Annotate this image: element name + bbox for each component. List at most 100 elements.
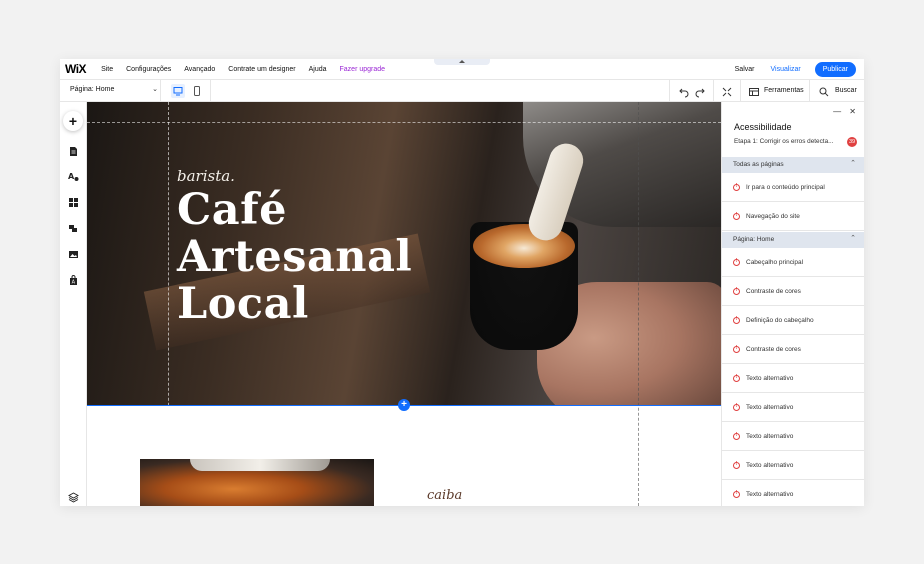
apps-icon[interactable] <box>68 195 79 207</box>
divider <box>210 80 211 102</box>
gridline-right <box>638 102 639 506</box>
divider <box>160 80 161 102</box>
editor-toolbar: Página: Home ⌄ Ferramentas Buscar <box>60 80 864 102</box>
issue-item[interactable]: Cabeçalho principal <box>722 248 864 277</box>
issue-item[interactable]: Navegação do site <box>722 202 864 231</box>
issue-item[interactable]: Ir para o conteúdo principal <box>722 173 864 202</box>
issue-item[interactable]: Definição do cabeçalho <box>722 306 864 335</box>
menu-site[interactable]: Site <box>101 66 113 73</box>
issue-label: Contraste de cores <box>746 345 801 353</box>
editor-canvas[interactable]: barista. Café Artesanal Local + caiba <box>87 102 721 506</box>
panel-step-text: Etapa 1: Corrigir os erros detecta... <box>734 138 834 145</box>
desktop-view-icon[interactable] <box>171 84 185 98</box>
issue-label: Texto alternativo <box>746 403 794 411</box>
search-icon[interactable] <box>818 85 830 97</box>
media-icon[interactable] <box>68 247 79 258</box>
issue-label: Ir para o conteúdo principal <box>746 183 825 191</box>
divider <box>809 80 810 102</box>
svg-text:A: A <box>68 172 75 181</box>
issue-label: Contraste de cores <box>746 287 801 295</box>
issue-item[interactable]: Texto alternativo <box>722 451 864 480</box>
warning-icon <box>733 212 740 220</box>
issue-label: Navegação do site <box>746 212 800 220</box>
section2-script-text[interactable]: caiba <box>427 488 462 503</box>
minimize-icon[interactable]: — <box>833 107 841 116</box>
issue-item[interactable]: Contraste de cores <box>722 277 864 306</box>
save-button[interactable]: Salvar <box>735 66 755 73</box>
business-icon[interactable] <box>68 221 79 232</box>
publish-button[interactable]: Publicar <box>814 62 856 77</box>
preview-button[interactable]: Visualizar <box>770 66 800 73</box>
chevron-up-icon: ⌃ <box>850 160 856 167</box>
issue-item[interactable]: Texto alternativo <box>722 480 864 506</box>
section-page-home-label: Página: Home <box>733 236 775 243</box>
page-selector[interactable]: Página: Home ⌄ <box>70 86 158 93</box>
search-button[interactable]: Buscar <box>835 87 857 94</box>
issue-label: Texto alternativo <box>746 490 794 498</box>
issues-count-badge: 39 <box>847 137 857 147</box>
issue-label: Definição do cabeçalho <box>746 316 814 324</box>
zoom-out-icon[interactable] <box>721 85 733 97</box>
tools-icon[interactable] <box>748 85 760 97</box>
headline-line-1: Café <box>177 185 287 235</box>
chevron-up-icon: ⌃ <box>850 235 856 242</box>
warning-icon <box>733 374 740 382</box>
warning-icon <box>733 461 740 469</box>
issue-label: Texto alternativo <box>746 432 794 440</box>
mobile-view-icon[interactable] <box>190 84 204 98</box>
issue-label: Cabeçalho principal <box>746 258 804 266</box>
menu-upgrade[interactable]: Fazer upgrade <box>340 66 386 73</box>
redo-icon[interactable] <box>694 85 706 98</box>
menu-help[interactable]: Ajuda <box>309 66 327 73</box>
pages-icon[interactable] <box>68 144 79 156</box>
page-selector-label: Página: Home <box>70 86 115 93</box>
issue-item[interactable]: Texto alternativo <box>722 393 864 422</box>
undo-icon[interactable] <box>678 85 690 98</box>
top-actions: Salvar Visualizar Publicar <box>735 62 856 77</box>
layers-icon[interactable] <box>68 490 79 503</box>
issue-item[interactable]: Texto alternativo <box>722 422 864 451</box>
top-menu-bar: WiX Site Configurações Avançado Contrate… <box>60 59 864 80</box>
chevron-down-icon: ⌄ <box>152 86 158 93</box>
menu-advanced[interactable]: Avançado <box>184 66 215 73</box>
divider <box>740 80 741 102</box>
espresso-image[interactable] <box>140 459 374 506</box>
hero-headline[interactable]: Café Artesanal Local <box>177 187 412 328</box>
panel-controls: — ✕ <box>827 107 856 116</box>
barista-script-logo[interactable]: barista. <box>177 167 412 185</box>
collapse-top-bar-handle[interactable] <box>434 59 490 65</box>
warning-icon <box>733 287 740 295</box>
menu-hire-designer[interactable]: Contrate um designer <box>228 66 295 73</box>
divider <box>669 80 670 102</box>
warning-icon <box>733 432 740 440</box>
app-market-icon[interactable]: A <box>68 273 79 286</box>
add-elements-button[interactable]: + <box>63 111 83 131</box>
section-all-pages-label: Todas as páginas <box>733 161 784 168</box>
warning-icon <box>733 345 740 353</box>
headline-line-3: Local <box>177 279 309 329</box>
close-icon[interactable]: ✕ <box>849 107 856 116</box>
warning-icon <box>733 490 740 498</box>
section-page-home[interactable]: Página: Home ⌃ <box>722 232 864 248</box>
issue-label: Texto alternativo <box>746 374 794 382</box>
warning-icon <box>733 258 740 266</box>
warning-icon <box>733 183 740 191</box>
warning-icon <box>733 403 740 411</box>
gridline-left <box>168 102 169 506</box>
tools-button[interactable]: Ferramentas <box>764 87 804 94</box>
editor-window: WiX Site Configurações Avançado Contrate… <box>60 59 864 506</box>
left-toolbar: + A A <box>60 102 87 506</box>
add-section-button[interactable]: + <box>398 399 410 411</box>
wix-logo[interactable]: WiX <box>65 62 87 76</box>
warning-icon <box>733 316 740 324</box>
hero-text-block[interactable]: barista. Café Artesanal Local <box>177 167 412 328</box>
theme-icon[interactable]: A <box>68 169 79 181</box>
divider <box>713 80 714 102</box>
menu-settings[interactable]: Configurações <box>126 66 171 73</box>
main-menu: Site Configurações Avançado Contrate um … <box>101 66 398 73</box>
panel-title: Acessibilidade <box>734 122 792 132</box>
hero-strip[interactable]: barista. Café Artesanal Local <box>87 102 721 405</box>
section-all-pages[interactable]: Todas as páginas ⌃ <box>722 157 864 173</box>
issue-item[interactable]: Contraste de cores <box>722 335 864 364</box>
issue-item[interactable]: Texto alternativo <box>722 364 864 393</box>
